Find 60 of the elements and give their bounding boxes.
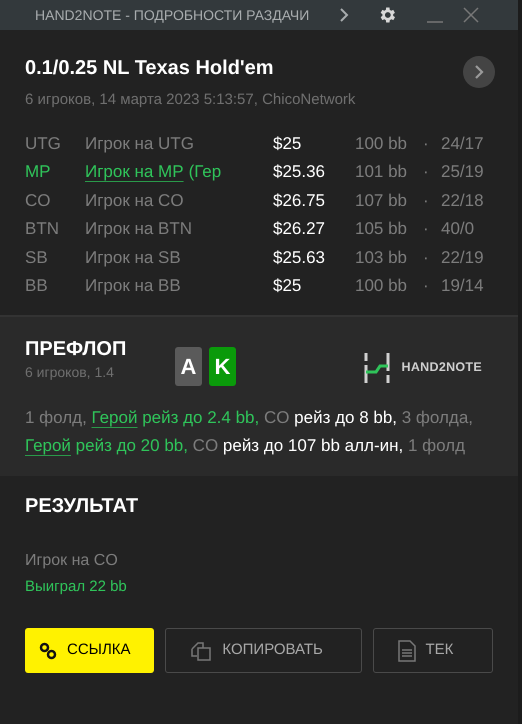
stack-amount: $25.63 xyxy=(273,246,326,268)
separator-dot: · xyxy=(423,218,430,240)
playing-card: A xyxy=(175,346,202,386)
separator-dot: · xyxy=(423,246,430,268)
hands-count: 19/14 xyxy=(441,275,484,297)
playing-card: K xyxy=(209,346,236,386)
stack-bb: 100 bb xyxy=(355,275,408,297)
hand-title: 0.1/0.25 NL Texas Hold'em xyxy=(25,56,275,81)
hands-count: 40/0 xyxy=(441,218,474,240)
hands-count: 25/19 xyxy=(441,161,484,183)
close-icon[interactable] xyxy=(463,7,480,23)
separator-dot: · xyxy=(423,161,430,183)
copy-button[interactable]: КОПИРОВАТЬ xyxy=(165,628,362,673)
player-name: Игрок на UTG xyxy=(85,132,194,154)
position-label: CO xyxy=(25,190,52,212)
hands-count: 22/18 xyxy=(441,190,484,212)
stack-bb: 101 bb xyxy=(355,161,408,183)
stack-amount: $26.75 xyxy=(273,190,326,212)
win-amount: Выиграл 22 bb xyxy=(25,576,128,596)
text-button[interactable]: ТЕК xyxy=(372,628,493,673)
player-name: Игрок на BTN xyxy=(85,218,192,240)
position-label: UTG xyxy=(25,132,62,154)
separator-dot: · xyxy=(423,275,430,297)
chevron-right-icon[interactable] xyxy=(339,8,350,22)
hands-count: 22/19 xyxy=(441,246,484,268)
logo-icon xyxy=(364,352,390,382)
stack-amount: $26.27 xyxy=(273,218,326,240)
stack-bb: 105 bb xyxy=(355,218,408,240)
next-button[interactable] xyxy=(463,56,495,88)
link-button[interactable]: ССЫЛКА xyxy=(25,628,154,673)
stack-bb: 107 bb xyxy=(355,190,408,212)
stack-bb: 100 bb xyxy=(355,132,408,154)
separator-dot: · xyxy=(423,190,430,212)
chevron-right-icon xyxy=(474,65,484,79)
stack-amount: $25.36 xyxy=(273,161,326,183)
copy-icon xyxy=(190,640,212,662)
stack-bb: 103 bb xyxy=(355,246,408,268)
separator-dot: · xyxy=(423,132,430,154)
hands-count: 24/17 xyxy=(441,132,484,154)
stack-amount: $25 xyxy=(273,275,302,297)
player-name: Игрок на SB xyxy=(85,246,181,268)
stack-amount: $25 xyxy=(273,132,302,154)
position-label: BTN xyxy=(25,218,60,240)
position-label: SB xyxy=(25,246,49,268)
preflop-actions: 1 фолд, Герой рейз до 2.4 bb, CO рейз до 8 bb, 3 фолда, Герой рейз до 20 bb, CO рейз до 107 bb алл-ин, 1 фолд xyxy=(25,406,474,456)
winner-name: Игрок на CO xyxy=(25,550,119,570)
player-name: Игрок на BB xyxy=(85,275,181,297)
logo-text: HAND2NOTE xyxy=(402,359,482,376)
hero-label: (Гер xyxy=(188,161,222,183)
hand-subtitle: 6 игроков, 14 марта 2023 5:13:57, ChicoNetwork xyxy=(25,90,356,110)
chain-link-icon xyxy=(39,642,57,660)
position-label: BB xyxy=(25,275,49,297)
window-title: HAND2NOTE - ПОДРОБНОСТИ РАЗДАЧИ xyxy=(35,6,310,25)
position-label: MP xyxy=(25,161,52,183)
section-title: ПРЕФЛОП xyxy=(25,336,128,362)
section-title: РЕЗУЛЬТАТ xyxy=(25,494,140,518)
section-subtitle: 6 игроков, 1.4 xyxy=(25,362,115,382)
player-name[interactable]: Игрок на MP xyxy=(85,158,184,186)
document-icon xyxy=(398,640,416,662)
player-name: Игрок на CO xyxy=(85,190,184,212)
